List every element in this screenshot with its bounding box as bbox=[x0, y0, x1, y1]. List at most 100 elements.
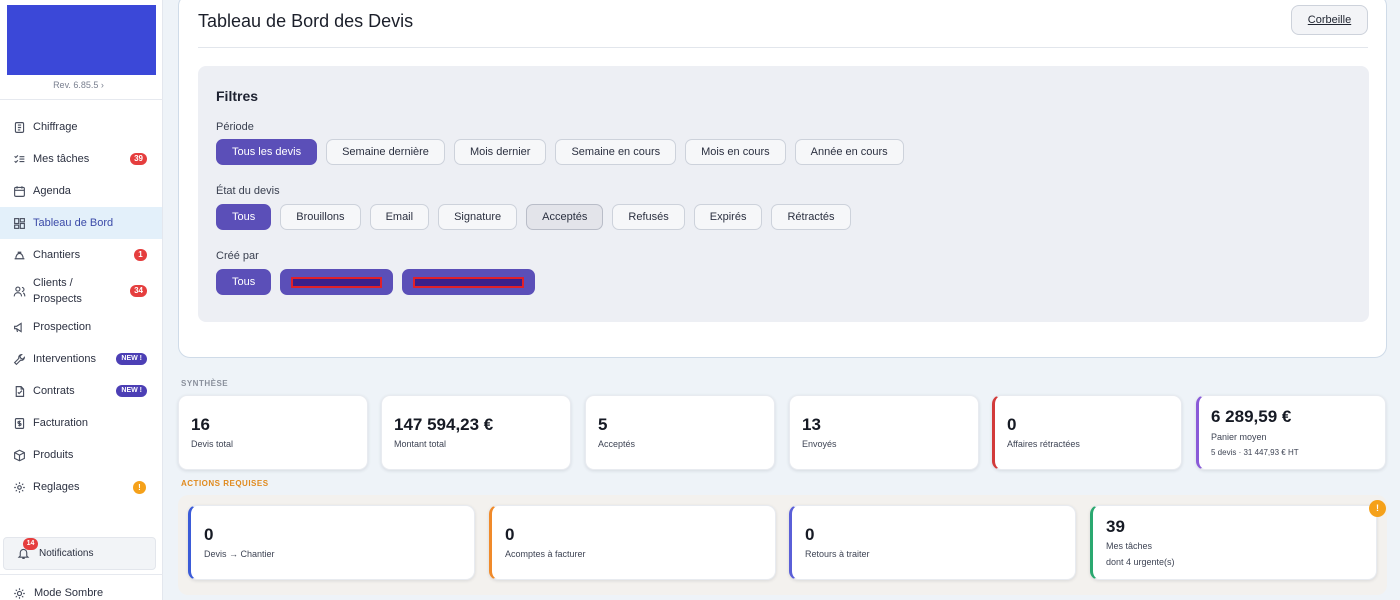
synthesis-section-label: SYNTHÈSE bbox=[181, 379, 229, 388]
action-value: 0 bbox=[204, 525, 214, 544]
warning-badge: ! bbox=[133, 480, 146, 494]
sidebar-item-prospection[interactable]: Prospection bbox=[0, 311, 162, 343]
stat-label: Envoyés bbox=[802, 439, 837, 449]
action-card-my-tasks[interactable]: 39 Mes tâches dont 4 urgente(s) ! bbox=[1090, 500, 1386, 580]
stat-label: Acceptés bbox=[598, 439, 636, 449]
period-chip-last-week[interactable]: Semaine dernière bbox=[326, 139, 445, 165]
action-card-deposits-to-invoice[interactable]: 0 Acomptes à facturer bbox=[489, 505, 776, 580]
stat-label: Panier moyen bbox=[1211, 432, 1267, 442]
status-chip-all[interactable]: Tous bbox=[216, 204, 272, 230]
invoice-icon bbox=[12, 416, 26, 430]
stat-card-total-quotes: 16 Devis total bbox=[178, 395, 368, 470]
stat-card-total-amount: 147 594,23 € Montant total bbox=[381, 395, 571, 470]
action-label: Devis → Chantier bbox=[204, 549, 275, 559]
calendar-icon bbox=[12, 184, 26, 198]
trash-button[interactable]: Corbeille bbox=[1291, 5, 1368, 35]
redacted-name bbox=[413, 276, 525, 288]
period-chip-current-year[interactable]: Année en cours bbox=[794, 139, 904, 165]
stat-value: 0 bbox=[1007, 415, 1017, 434]
status-chip-email[interactable]: Email bbox=[369, 204, 430, 230]
megaphone-icon bbox=[12, 320, 26, 334]
page-title: Tableau de Bord des Devis bbox=[198, 11, 414, 31]
period-filter-label: Période bbox=[216, 121, 254, 133]
sidebar-nav: Chiffrage Mes tâches 39 Agenda Tableau d… bbox=[0, 111, 162, 503]
sidebar-item-contrats[interactable]: Contrats NEW ! bbox=[0, 375, 162, 407]
sidebar-item-label: Produits bbox=[33, 449, 74, 461]
status-chip-expired[interactable]: Expirés bbox=[693, 204, 763, 230]
action-value: 0 bbox=[505, 525, 515, 544]
period-chip-current-month[interactable]: Mois en cours bbox=[685, 139, 786, 165]
sidebar-item-label: Contrats bbox=[33, 385, 75, 397]
new-badge: NEW ! bbox=[116, 353, 147, 365]
checklist-icon bbox=[12, 152, 26, 166]
divider bbox=[0, 99, 163, 100]
period-chip-last-month[interactable]: Mois dernier bbox=[453, 139, 547, 165]
sun-icon bbox=[12, 586, 26, 600]
filters-panel: Filtres Période Tous les devis Semaine d… bbox=[198, 66, 1369, 322]
count-badge: 34 bbox=[130, 285, 147, 297]
sidebar-item-label: Chiffrage bbox=[33, 121, 78, 133]
creator-filter-label: Créé par bbox=[216, 250, 259, 262]
quotes-dashboard-card: Tableau de Bord des Devis Corbeille Filt… bbox=[178, 0, 1387, 358]
status-chip-refused[interactable]: Refusés bbox=[612, 204, 685, 230]
stat-value: 147 594,23 € bbox=[394, 415, 494, 434]
creator-chip-all[interactable]: Tous bbox=[216, 269, 272, 295]
sidebar-item-label: Reglages bbox=[33, 481, 80, 493]
stat-value: 6 289,59 € bbox=[1211, 407, 1292, 426]
action-value: 39 bbox=[1106, 517, 1125, 536]
contract-icon bbox=[12, 384, 26, 398]
notifications-button[interactable]: 14 Notifications bbox=[3, 537, 156, 570]
sidebar-item-chantiers[interactable]: Chantiers 1 bbox=[0, 239, 162, 271]
redacted-name bbox=[291, 276, 383, 288]
sidebar-item-label: Prospection bbox=[33, 321, 92, 333]
sidebar-item-clients[interactable]: Clients / Prospects 34 bbox=[0, 271, 162, 311]
stat-card-retracted: 0 Affaires rétractées bbox=[992, 395, 1182, 470]
sidebar-item-facturation[interactable]: Facturation bbox=[0, 407, 162, 439]
status-chip-signature[interactable]: Signature bbox=[438, 204, 518, 230]
sidebar-item-tableau-de-bord[interactable]: Tableau de Bord bbox=[0, 207, 162, 239]
sidebar-item-chiffrage[interactable]: Chiffrage bbox=[0, 111, 162, 143]
action-label: Acomptes à facturer bbox=[505, 549, 586, 559]
bell-icon: 14 bbox=[17, 537, 38, 561]
revision-link[interactable]: Rev. 6.85.5 › bbox=[0, 80, 157, 90]
action-card-quote-to-site[interactable]: 0 Devis → Chantier bbox=[188, 505, 475, 580]
dark-mode-label: Mode Sombre bbox=[34, 587, 104, 599]
dashboard-icon bbox=[12, 216, 26, 230]
status-chip-drafts[interactable]: Brouillons bbox=[280, 204, 361, 230]
company-logo[interactable] bbox=[7, 5, 156, 75]
stat-card-sent: 13 Envoyés bbox=[789, 395, 979, 470]
wrench-icon bbox=[12, 352, 26, 366]
period-filter-group: Tous les devis Semaine dernière Mois der… bbox=[216, 139, 904, 165]
notification-count-badge: 14 bbox=[23, 537, 38, 550]
sidebar: Rev. 6.85.5 › Chiffrage Mes tâches 39 Ag… bbox=[0, 0, 163, 600]
action-label: Retours à traiter bbox=[805, 549, 870, 559]
action-value: 0 bbox=[805, 525, 815, 544]
divider bbox=[0, 574, 163, 575]
notifications-label: Notifications bbox=[39, 548, 94, 559]
period-chip-current-week[interactable]: Semaine en cours bbox=[555, 139, 677, 165]
new-badge: NEW ! bbox=[116, 385, 147, 397]
stat-card-accepted: 5 Acceptés bbox=[585, 395, 775, 470]
sidebar-item-label: Mes tâches bbox=[33, 153, 90, 165]
action-card-returns-to-process[interactable]: 0 Retours à traiter bbox=[789, 505, 1076, 580]
action-sublabel: dont 4 urgente(s) bbox=[1106, 557, 1175, 567]
creator-chip-redacted[interactable] bbox=[402, 269, 536, 295]
status-chip-accepted[interactable]: Acceptés bbox=[526, 204, 604, 230]
creator-chip-redacted[interactable] bbox=[280, 269, 394, 295]
sidebar-item-interventions[interactable]: Interventions NEW ! bbox=[0, 343, 162, 375]
count-badge: 39 bbox=[130, 153, 147, 165]
gear-icon bbox=[12, 480, 26, 494]
filters-title: Filtres bbox=[216, 88, 259, 104]
count-badge: 1 bbox=[134, 249, 147, 261]
sidebar-item-reglages[interactable]: Reglages ! bbox=[0, 471, 162, 503]
sidebar-item-agenda[interactable]: Agenda bbox=[0, 175, 162, 207]
period-chip-all[interactable]: Tous les devis bbox=[216, 139, 318, 165]
dark-mode-toggle[interactable]: Mode Sombre bbox=[12, 586, 103, 600]
action-label: Mes tâches bbox=[1106, 541, 1153, 551]
box-icon bbox=[12, 448, 26, 462]
stat-card-average-basket: 6 289,59 € Panier moyen 5 devis · 31 447… bbox=[1196, 395, 1386, 470]
actions-section-label: ACTIONS REQUISES bbox=[181, 479, 269, 488]
sidebar-item-mes-taches[interactable]: Mes tâches 39 bbox=[0, 143, 162, 175]
sidebar-item-produits[interactable]: Produits bbox=[0, 439, 162, 471]
status-chip-retracted[interactable]: Rétractés bbox=[771, 204, 851, 230]
